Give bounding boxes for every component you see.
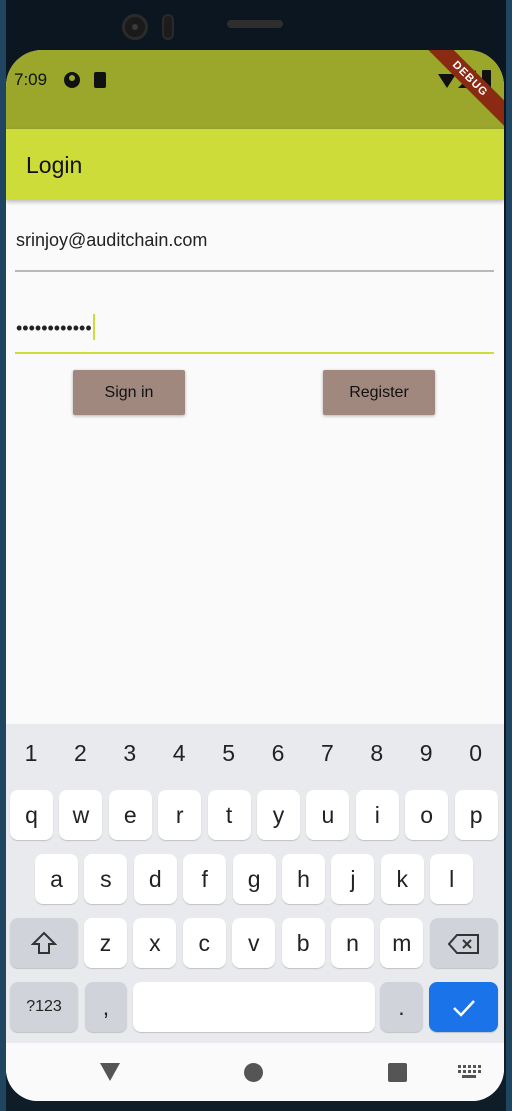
app-bar: Login: [6, 129, 504, 200]
recents-icon[interactable]: [388, 1063, 407, 1082]
register-button[interactable]: Register: [323, 370, 435, 415]
number-key[interactable]: 7: [312, 740, 342, 767]
password-value: ••••••••••••: [16, 314, 95, 340]
letter-key[interactable]: o: [405, 790, 449, 840]
enter-key[interactable]: [429, 982, 498, 1032]
page-title: Login: [26, 152, 83, 178]
email-value: srinjoy@auditchain.com: [16, 230, 208, 250]
letter-key[interactable]: m: [380, 918, 424, 968]
letter-key[interactable]: v: [232, 918, 276, 968]
letter-key[interactable]: c: [182, 918, 226, 968]
email-field[interactable]: srinjoy@auditchain.com: [15, 223, 494, 272]
letter-key[interactable]: n: [331, 918, 374, 968]
letter-key[interactable]: h: [282, 854, 325, 904]
shift-key[interactable]: [10, 918, 78, 968]
sync-status-icon: [64, 72, 80, 88]
soft-keyboard: 1234567890 qwertyuiop asdfghjkl zxcvbnm …: [6, 724, 504, 1043]
text-caret: [92, 314, 95, 340]
number-row: 1234567890: [6, 724, 504, 784]
debug-banner: DEBUG: [421, 50, 504, 128]
shift-icon: [30, 931, 58, 954]
letter-key[interactable]: w: [59, 790, 103, 840]
status-bar: 7:09 DEBUG: [6, 50, 504, 129]
keyboard-icon[interactable]: [458, 1065, 481, 1078]
proximity-sensor: [162, 14, 174, 40]
number-key[interactable]: 3: [115, 740, 145, 767]
period-key[interactable]: .: [380, 982, 423, 1032]
letter-key[interactable]: g: [232, 854, 276, 904]
letter-key[interactable]: t: [207, 790, 251, 840]
number-key[interactable]: 6: [263, 740, 293, 767]
letter-key[interactable]: z: [84, 918, 127, 968]
navigation-bar: [6, 1043, 504, 1101]
backspace-key[interactable]: [430, 918, 498, 968]
phone-edge-right: [506, 0, 512, 1111]
password-field[interactable]: ••••••••••••: [15, 305, 494, 354]
sign-in-button[interactable]: Sign in: [73, 370, 185, 415]
number-key[interactable]: 1: [16, 740, 46, 767]
comma-key[interactable]: ,: [85, 982, 127, 1032]
letter-key[interactable]: q: [10, 790, 53, 840]
status-time: 7:09: [14, 70, 48, 89]
screen: 7:09 DEBUG Login srinjoy@auditchain.com …: [6, 50, 504, 1101]
number-key[interactable]: 2: [65, 740, 95, 767]
number-key[interactable]: 4: [164, 740, 194, 767]
sd-card-icon: [94, 72, 106, 88]
password-dots: ••••••••••••: [16, 318, 92, 338]
letter-key[interactable]: x: [133, 918, 177, 968]
home-icon[interactable]: [244, 1063, 263, 1082]
letter-key[interactable]: a: [35, 854, 78, 904]
letter-key[interactable]: i: [355, 790, 399, 840]
backspace-icon: [447, 934, 479, 954]
number-key[interactable]: 9: [411, 740, 441, 767]
letter-key[interactable]: j: [331, 854, 375, 904]
letter-key[interactable]: l: [430, 854, 474, 904]
number-key[interactable]: 0: [461, 740, 491, 767]
space-key[interactable]: [133, 982, 375, 1032]
wifi-icon: [438, 74, 456, 88]
letter-key[interactable]: f: [183, 854, 227, 904]
front-camera: [122, 14, 148, 40]
letter-key[interactable]: k: [380, 854, 424, 904]
letter-key[interactable]: s: [84, 854, 128, 904]
letter-key[interactable]: r: [158, 790, 202, 840]
number-key[interactable]: 5: [214, 740, 244, 767]
letter-key[interactable]: e: [108, 790, 152, 840]
letter-key[interactable]: d: [133, 854, 177, 904]
number-key[interactable]: 8: [362, 740, 392, 767]
letter-key[interactable]: u: [306, 790, 350, 840]
back-icon[interactable]: [100, 1063, 120, 1081]
earpiece-speaker: [227, 20, 283, 28]
letter-key[interactable]: b: [281, 918, 325, 968]
symbols-key[interactable]: ?123: [10, 982, 78, 1032]
letter-key[interactable]: y: [257, 790, 300, 840]
check-icon: [452, 1000, 475, 1017]
letter-key[interactable]: p: [454, 790, 498, 840]
